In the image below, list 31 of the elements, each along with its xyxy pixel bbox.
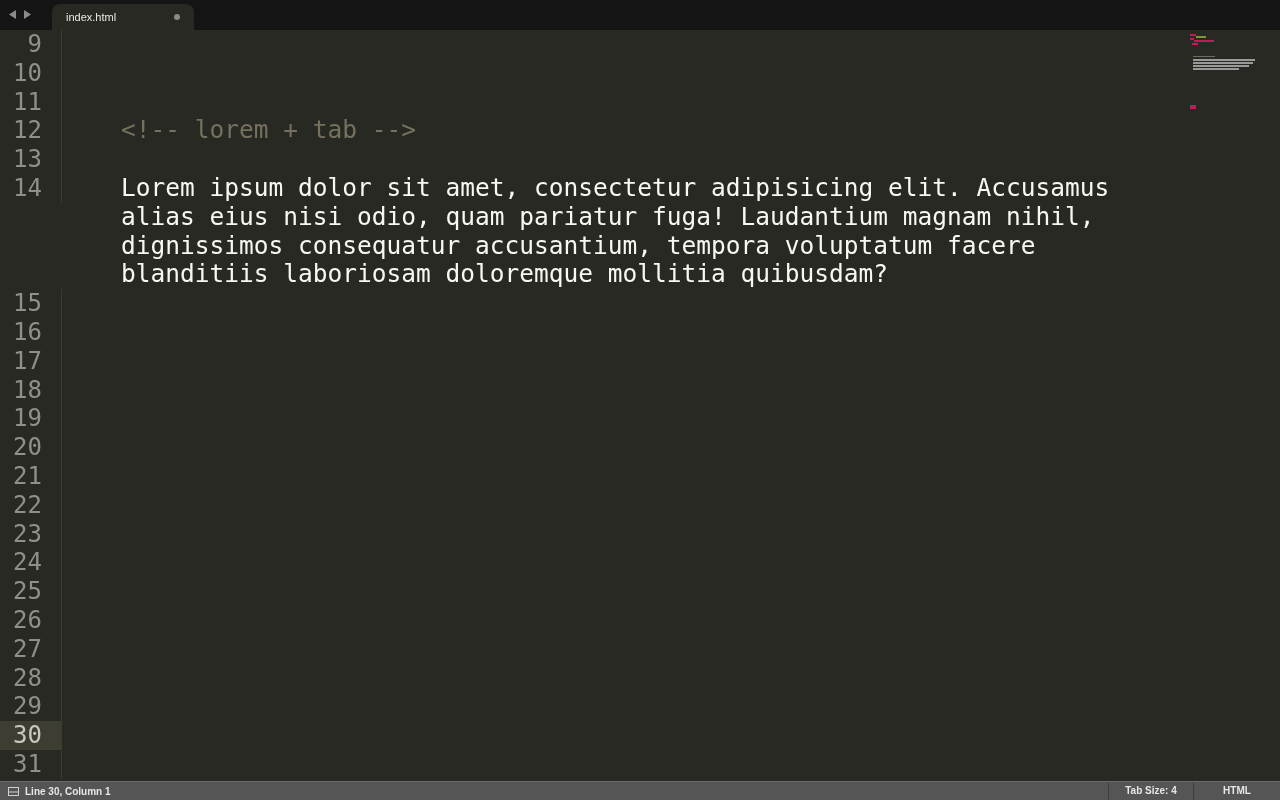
line-number: 11 (0, 87, 62, 117)
line-number: 22 (0, 490, 62, 520)
line-number: 24 (0, 548, 62, 578)
line-number: 12 (0, 116, 62, 146)
line-number: 19 (0, 404, 62, 434)
line-number: 31 (0, 749, 62, 779)
back-arrow-icon[interactable] (8, 10, 17, 19)
line-number: 21 (0, 461, 62, 491)
tab-size-selector[interactable]: Tab Size: 4 (1108, 782, 1193, 800)
line-number: 28 (0, 663, 62, 693)
panel-icon[interactable] (8, 786, 19, 796)
line-number: 13 (0, 145, 62, 174)
line-number: 20 (0, 433, 62, 462)
line-number: 23 (0, 519, 62, 549)
line-number: 14 (0, 174, 62, 203)
line-number: 30 (0, 721, 62, 750)
code-text: Lorem ipsum dolor sit amet, consectetur adipisicing elit. Accusamus alias eius nisi odio, quam pariatur fuga! Laudantium magnam nihil, dignissimos consequatur accusantium, tempora voluptatum facere blanditiis laboriosam doloremque mollitia quibusdam? (121, 173, 1110, 289)
file-tab[interactable]: index.html (52, 4, 194, 30)
forward-arrow-icon[interactable] (23, 10, 32, 19)
line-number: 15 (0, 289, 62, 318)
line-number: 16 (0, 317, 62, 347)
line-number: 9 (0, 30, 62, 59)
line-number: 17 (0, 346, 62, 376)
line-number: 25 (0, 577, 62, 606)
line-number: 18 (0, 375, 62, 405)
cursor-position: Line 30, Column 1 (25, 785, 111, 797)
code-comment: <!-- lorem + tab --> (121, 115, 416, 145)
line-number: 10 (0, 58, 62, 88)
syntax-selector[interactable]: HTML (1193, 782, 1280, 800)
line-number: 26 (0, 605, 62, 635)
line-number: 27 (0, 634, 62, 664)
